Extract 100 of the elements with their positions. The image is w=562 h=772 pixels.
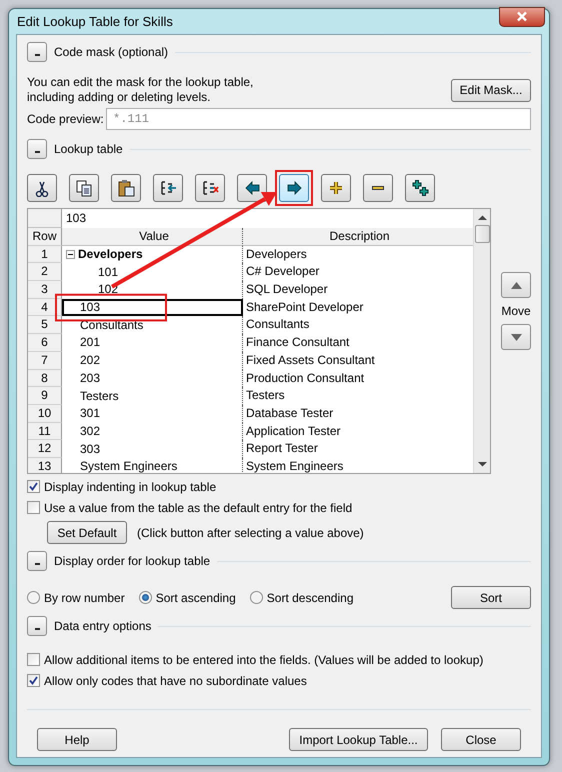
left-arrow-icon [243,179,261,197]
table-cell[interactable]: 302 [62,422,243,440]
cell-editor-field[interactable]: 103 [62,209,473,228]
toolbar-button[interactable] [321,174,351,202]
row-number: 11 [28,422,62,440]
collapse-toggle[interactable] [27,616,47,636]
close-button[interactable] [499,6,545,26]
table-cell[interactable]: Developers [62,246,243,264]
field-label: Code preview: [27,111,105,128]
toolbar-button[interactable] [153,174,183,202]
radio-label[interactable]: Sort descending [266,588,354,606]
table-cell-text: System Engineers [245,458,344,473]
up-triangle-icon [510,282,522,288]
table-cell[interactable]: Consultants [62,316,243,334]
row-number: 2 [28,263,62,282]
table-cell[interactable]: System Engineers [62,458,243,473]
scroll-thumb[interactable] [474,225,490,243]
checkbox-label[interactable]: Display indenting in lookup table [44,478,216,496]
table-cell-text: SQL Developer [245,281,329,298]
move-down-button[interactable] [501,324,531,350]
toolbar-button[interactable] [279,174,309,202]
minus-icon [371,185,385,191]
section-heading: Lookup table [54,141,123,158]
close-icon [516,11,528,22]
table-cell[interactable]: 303 [62,440,243,458]
section-heading: Data entry options [54,618,152,635]
help-button[interactable]: Help [37,728,117,751]
collapse-toggle[interactable] [27,551,47,571]
move-label: Move [501,303,531,320]
close-dialog-button[interactable]: Close [441,728,521,751]
collapse-toggle[interactable] [27,42,47,62]
radio-button[interactable] [138,591,152,604]
row-number: 3 [28,281,62,299]
row-number: 13 [28,458,62,473]
toolbar-button[interactable] [363,174,393,202]
column-header[interactable]: Description [243,228,473,246]
table-cell[interactable]: 301 [62,404,243,423]
table-cell[interactable]: Testers [62,387,243,405]
column-header[interactable]: Value [62,228,243,246]
row-number: 12 [28,440,62,458]
toolbar-button[interactable] [237,174,267,202]
table-cell[interactable]: 103 [62,298,243,316]
table-cell-text: Finance Consultant [245,334,350,352]
row-number: 1 [28,246,62,264]
row-number: 8 [28,370,62,388]
collapse-icon[interactable] [66,250,75,260]
table-cell[interactable]: 201 [62,334,243,352]
checkbox-label[interactable]: Allow additional items to be entered into the fields. (Values will be added to lookup) [44,650,484,668]
import-button[interactable]: Import Lookup Table... [289,728,428,751]
scissors-icon [33,179,51,197]
right-arrow-icon [285,179,303,197]
column-header[interactable]: Row [28,228,62,246]
list-delete-icon [201,179,219,197]
checkbox[interactable] [27,480,40,493]
table-cell-text: Production Consultant [245,370,366,386]
radio-label[interactable]: By row number [44,588,125,606]
section-heading: Code mask (optional) [54,44,168,61]
scrollbar[interactable] [473,209,490,473]
toolbar-button[interactable] [111,174,141,202]
toolbar-button[interactable] [195,174,225,202]
info-text: You can edit the mask for the lookup table, including adding or deleting levels. [27,75,254,105]
window-title: Edit Lookup Table for Skills [17,12,173,31]
collapse-toggle[interactable] [27,139,47,159]
checkbox-label[interactable]: Allow only codes that have no subordinate values [44,672,307,690]
copy-icon [75,179,93,197]
sort-button[interactable]: Sort [451,586,531,609]
scroll-down-icon[interactable] [478,461,486,467]
checkbox[interactable] [27,674,40,687]
radio-button[interactable] [250,591,263,604]
row-number: 5 [28,316,62,334]
section-heading: Display order for lookup table [54,553,210,570]
radio-button[interactable] [27,591,40,604]
table-cell-text: SharePoint Developer [245,298,364,316]
radio-label[interactable]: Sort ascending [156,588,236,606]
move-up-button[interactable] [501,272,531,298]
row-number: 9 [28,387,62,405]
row-number: 10 [28,404,62,423]
table-cell-text: Testers [245,387,286,404]
toolbar-button[interactable] [27,174,57,202]
checkbox-label[interactable]: Use a value from the table as the default entry for the field [44,498,352,516]
table-cell-text: Fixed Assets Consultant [245,352,376,369]
hint-text: (Click button after selecting a value above) [137,524,364,542]
set-default-button[interactable]: Set Default [47,521,127,544]
table-cell-text: Database Tester [245,404,334,422]
table-cell-text: Consultants [245,316,310,334]
checkbox[interactable] [27,653,40,666]
table-cell[interactable]: 101 [62,263,243,282]
table-cell-text: Application Tester [245,422,342,440]
row-number: 6 [28,334,62,352]
table-cell-text: Developers [245,246,308,263]
table-cell[interactable]: 203 [62,370,243,388]
toolbar-button[interactable] [69,174,99,202]
toolbar-button[interactable] [405,174,435,202]
checkbox[interactable] [27,501,40,514]
highlight-frame [275,170,313,206]
table-cell[interactable]: 202 [62,352,243,370]
edit-mask-button[interactable]: Edit Mask... [451,78,531,102]
double-plus-icon [411,179,429,197]
scroll-up-icon[interactable] [478,215,486,221]
row-number: 7 [28,352,62,370]
